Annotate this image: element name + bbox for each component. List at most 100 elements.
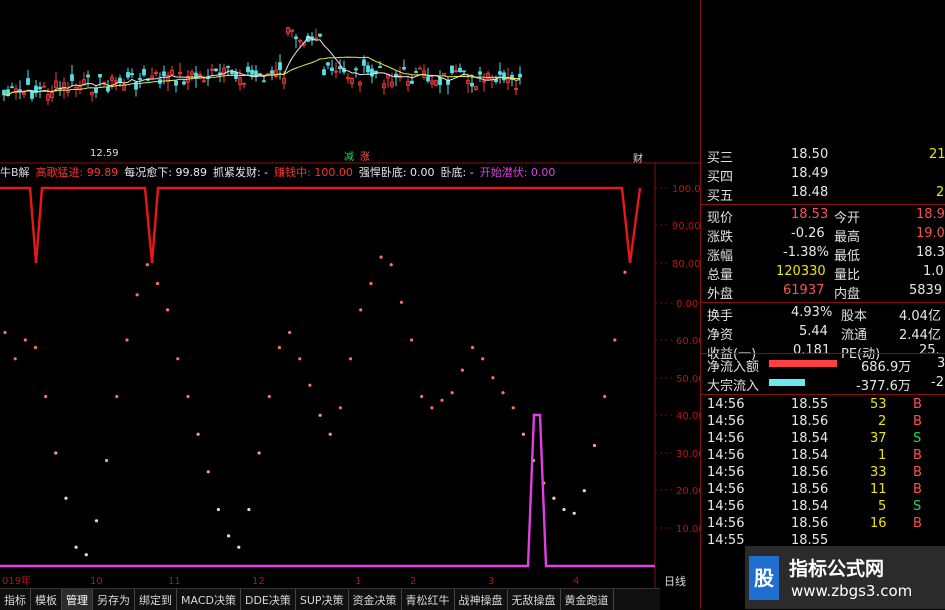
- y-tick-label: 30.00: [676, 449, 700, 460]
- flow-bar: [769, 360, 837, 367]
- flow-value: 686.9万: [861, 360, 912, 375]
- candle-body: [362, 59, 366, 66]
- watermark-url: www.zbgs3.com: [791, 582, 913, 600]
- candle-body: [2, 89, 6, 96]
- fund-label: 净资: [707, 328, 734, 343]
- tab-bind-to[interactable]: 绑定到: [135, 589, 177, 610]
- indicator-dot: [105, 458, 109, 463]
- tick-price: 18.56: [791, 516, 829, 531]
- fund-label: 流通: [841, 328, 868, 343]
- watermark-title: 指标公式网: [789, 558, 885, 580]
- fund-row: 净资 5.44 流通 2.44亿: [701, 323, 945, 343]
- tab-sup[interactable]: SUP决策: [296, 589, 349, 610]
- tick-volume: 5: [878, 499, 887, 514]
- indicator-dot: [430, 406, 434, 410]
- tab-zhanshen[interactable]: 战神操盘: [455, 589, 508, 610]
- indicator-dot: [389, 263, 393, 267]
- y-tick-label: 0.00: [676, 299, 698, 310]
- ask-row[interactable]: 买五 18.48 2: [701, 184, 945, 204]
- indicator-value-2: 每况愈下: 99.89: [124, 166, 207, 179]
- tick-price: 18.56: [791, 414, 829, 429]
- candle-body: [414, 71, 418, 73]
- candle-body: [366, 65, 370, 73]
- ask-volume: 21: [929, 147, 945, 162]
- ask-row[interactable]: 买三 18.50 21: [701, 146, 945, 166]
- tab-wudi[interactable]: 无敌操盘: [508, 589, 561, 610]
- flow-row: 大宗流入 -377.6万 -2: [701, 374, 945, 394]
- tab-save-as[interactable]: 另存为: [93, 589, 135, 610]
- indicator-dot: [3, 330, 7, 335]
- candle-body: [30, 91, 34, 99]
- chart-area[interactable]: 12.59减涨财100.090.0080.000.0060.0050.0040.…: [0, 0, 700, 609]
- fund-value: 4.04亿: [899, 309, 941, 324]
- candle-body: [458, 67, 462, 73]
- indicator-dot: [196, 432, 200, 436]
- indicator-dot: [399, 300, 403, 304]
- candle-body: [370, 68, 374, 77]
- tick-side: B: [913, 414, 922, 429]
- indicator-dot: [155, 281, 160, 286]
- divider: [701, 204, 945, 205]
- stat-label: 总量: [707, 268, 734, 283]
- indicator-dot: [552, 496, 556, 500]
- ask-volume: 2: [936, 185, 945, 200]
- indicator-dot: [135, 293, 139, 297]
- divider: [701, 394, 945, 395]
- tab-gold[interactable]: 黄金跑道: [561, 589, 614, 610]
- x-tick-label: 3: [488, 576, 494, 587]
- flow-value: -377.6万: [856, 379, 911, 394]
- indicator-dot: [125, 338, 129, 342]
- chart-canvas[interactable]: 12.59减涨财100.090.0080.000.0060.0050.0040.…: [0, 0, 700, 609]
- tick-time: 14:56: [707, 465, 745, 480]
- tick-time: 14:56: [707, 499, 745, 514]
- tab-macd[interactable]: MACD决策: [177, 589, 241, 610]
- indicator-dot: [288, 330, 292, 335]
- stat-label: 涨幅: [707, 249, 734, 264]
- indicator-dot: [369, 281, 373, 286]
- candle-body: [250, 69, 254, 75]
- indicator-dot: [33, 345, 38, 350]
- tick-side: B: [913, 482, 922, 497]
- tab-manage[interactable]: 管理: [62, 589, 93, 610]
- fund-value: 4.93%: [791, 305, 833, 320]
- indicator-dot: [328, 432, 332, 436]
- tab-template[interactable]: 模板: [31, 589, 62, 610]
- x-tick-label: 4: [573, 576, 579, 587]
- candle-body: [294, 36, 298, 40]
- candle-body: [38, 86, 42, 90]
- signal-label-green: 减: [344, 151, 354, 163]
- tick-volume: 53: [870, 397, 887, 412]
- bottom-tab-bar: 指标 模板 管理 另存为 绑定到 MACD决策 DDE决策 SUP决策 资金决策…: [0, 588, 660, 610]
- indicator-dot: [440, 398, 444, 402]
- tab-dde[interactable]: DDE决策: [241, 589, 296, 610]
- tick-time: 14:56: [707, 448, 745, 463]
- candle-body: [278, 62, 282, 70]
- tick-time: 14:56: [707, 482, 745, 497]
- indicator-dot: [84, 553, 88, 557]
- indicator-dot: [572, 511, 576, 515]
- stat-value: 19.0: [916, 226, 945, 241]
- ask-row[interactable]: 买四 18.49: [701, 165, 945, 185]
- candle-body: [426, 76, 430, 82]
- candle-body: [86, 74, 90, 78]
- indicator-dot: [420, 394, 424, 399]
- indicator-dot: [13, 357, 17, 361]
- tick-volume: 16: [870, 516, 887, 531]
- stat-label: 现价: [707, 211, 734, 226]
- candle-body: [182, 81, 186, 85]
- stat-row: 现价 18.53 今开 18.9: [701, 206, 945, 226]
- flow-label: 大宗流入: [707, 379, 760, 394]
- tab-fund[interactable]: 资金决策: [349, 589, 402, 610]
- tab-indicator[interactable]: 指标: [0, 589, 31, 610]
- tick-time: 14:56: [707, 516, 745, 531]
- quote-panel: 买三 18.50 21 买四 18.49 买五 18.48 2 现价 18.53…: [700, 0, 945, 609]
- series-line-lower: [0, 413, 655, 568]
- tick-price: 18.56: [791, 465, 829, 480]
- candle-body: [226, 65, 230, 68]
- candle-body: [410, 80, 414, 84]
- tab-qingsong[interactable]: 青松红牛: [402, 589, 455, 610]
- tick-side: S: [913, 431, 922, 446]
- period-label[interactable]: 日线: [664, 573, 686, 589]
- series-line-upper: [0, 186, 642, 264]
- indicator-dot: [64, 496, 68, 500]
